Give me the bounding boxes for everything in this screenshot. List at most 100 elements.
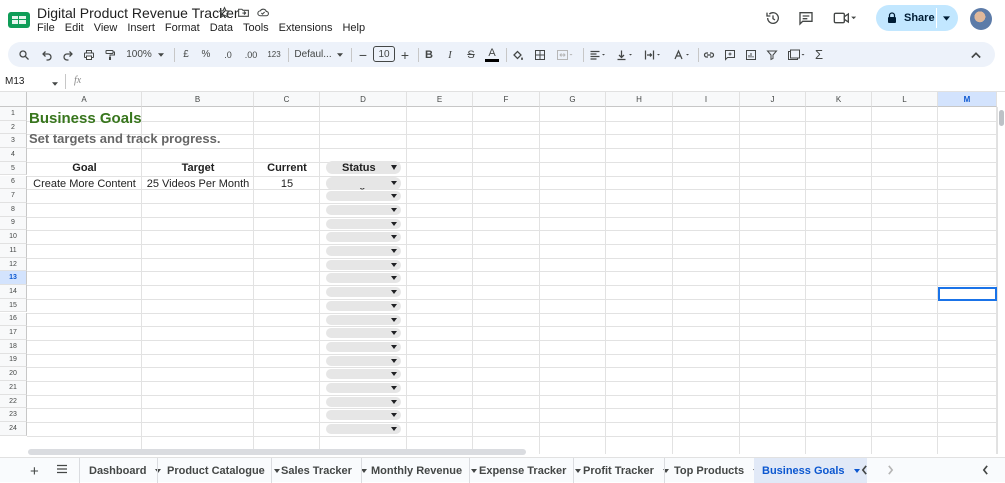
menu-view[interactable]: View	[94, 22, 118, 34]
chip-dropdown-icon[interactable]	[391, 372, 397, 377]
redo-icon[interactable]	[60, 42, 76, 67]
version-history-icon[interactable]	[765, 10, 781, 26]
status-dropdown-chip[interactable]	[326, 204, 401, 215]
increase-decimal-button[interactable]: .00	[240, 42, 262, 67]
header-current[interactable]: Current	[254, 159, 320, 176]
font-size-input[interactable]: 10	[373, 46, 395, 62]
increase-font-size-button[interactable]: +	[398, 42, 412, 67]
status-dropdown-chip[interactable]	[326, 314, 401, 325]
fill-color-icon[interactable]	[510, 42, 526, 67]
row-header-19[interactable]: 19	[0, 353, 27, 368]
column-header-j[interactable]: J	[740, 92, 806, 107]
row-header-6[interactable]: 6	[0, 175, 27, 190]
text-wrap-icon[interactable]	[641, 42, 665, 67]
column-header-k[interactable]: K	[806, 92, 872, 107]
font-dropdown-icon[interactable]	[336, 42, 344, 67]
cloud-status-icon[interactable]	[256, 6, 270, 19]
currency-format-button[interactable]: £	[179, 42, 193, 67]
select-all-corner[interactable]	[0, 92, 27, 107]
vertical-align-icon[interactable]	[613, 42, 637, 67]
collapse-toolbar-icon[interactable]	[968, 42, 984, 67]
share-dropdown-icon[interactable]	[943, 16, 950, 21]
name-box[interactable]: M13	[5, 76, 24, 87]
menu-tools[interactable]: Tools	[243, 22, 269, 34]
column-header-m[interactable]: M	[938, 92, 997, 107]
account-avatar[interactable]	[970, 8, 992, 30]
side-panel-toggle-icon[interactable]	[982, 465, 989, 475]
chip-dropdown-icon[interactable]	[391, 358, 397, 363]
row-header-1[interactable]: 1	[0, 107, 27, 121]
insert-link-icon[interactable]	[701, 42, 717, 67]
chip-dropdown-icon[interactable]	[391, 386, 397, 390]
row-header-15[interactable]: 15	[0, 298, 27, 313]
status-dropdown-chip[interactable]	[326, 191, 401, 202]
row-header-11[interactable]: 11	[0, 244, 27, 258]
menu-insert[interactable]: Insert	[127, 22, 155, 34]
row-header-10[interactable]: 10	[0, 230, 27, 244]
more-formats-button[interactable]: 123	[263, 42, 285, 67]
insert-chart-icon[interactable]	[743, 42, 759, 67]
row-header-14[interactable]: 14	[0, 285, 27, 299]
decrease-font-size-button[interactable]: −	[356, 42, 370, 67]
column-header-b[interactable]: B	[142, 92, 254, 107]
status-dropdown-chip[interactable]	[326, 246, 401, 256]
filter-views-icon[interactable]	[784, 42, 810, 67]
status-dropdown-chip[interactable]	[326, 232, 401, 243]
horizontal-scroll-thumb[interactable]	[28, 449, 526, 455]
merge-cells-icon[interactable]	[554, 42, 576, 67]
selected-cell-m13[interactable]	[938, 287, 997, 301]
chip-dropdown-icon[interactable]	[391, 276, 397, 281]
column-header-a[interactable]: A	[27, 92, 142, 107]
status-dropdown-chip[interactable]	[326, 300, 401, 311]
chip-dropdown-icon[interactable]	[391, 180, 397, 185]
row-header-7[interactable]: 7	[0, 189, 27, 203]
status-dropdown-chip[interactable]	[326, 410, 401, 421]
italic-button[interactable]: I	[443, 42, 457, 67]
header-target[interactable]: Target	[142, 159, 254, 176]
decrease-decimal-button[interactable]: .0	[219, 42, 237, 67]
row-header-17[interactable]: 17	[0, 326, 27, 340]
undo-icon[interactable]	[39, 42, 55, 67]
row-header-22[interactable]: 22	[0, 394, 27, 409]
share-button[interactable]: Share	[876, 5, 958, 31]
move-folder-icon[interactable]	[237, 6, 250, 19]
sheets-logo-icon[interactable]	[8, 10, 30, 30]
column-header-f[interactable]: F	[473, 92, 540, 107]
comments-icon[interactable]	[798, 10, 814, 26]
search-menus-icon[interactable]	[16, 42, 32, 67]
sheet-heading[interactable]: Business Goals	[29, 108, 142, 128]
insert-comment-icon[interactable]	[722, 42, 738, 67]
status-dropdown-chip[interactable]	[326, 396, 401, 407]
row-header-13[interactable]: 13	[0, 271, 27, 286]
status-dropdown-chip[interactable]	[326, 218, 401, 229]
column-header-c[interactable]: C	[254, 92, 320, 107]
status-dropdown-chip[interactable]	[326, 328, 401, 339]
row-header-20[interactable]: 20	[0, 367, 27, 381]
paint-format-icon[interactable]	[102, 42, 118, 67]
chip-dropdown-icon[interactable]	[391, 194, 397, 199]
column-header-l[interactable]: L	[872, 92, 938, 107]
status-dropdown-chip[interactable]	[326, 287, 401, 298]
scroll-tabs-right-icon[interactable]	[887, 465, 894, 475]
percent-format-button[interactable]: %	[199, 42, 213, 67]
column-header-g[interactable]: G	[540, 92, 606, 107]
column-header-e[interactable]: E	[407, 92, 473, 107]
tab-business-goals[interactable]: Business Goals	[754, 458, 867, 483]
chip-dropdown-icon[interactable]	[391, 262, 397, 267]
row-header-21[interactable]: 21	[0, 381, 27, 395]
row-header-5[interactable]: 5	[0, 161, 27, 176]
status-dropdown-chip[interactable]	[326, 369, 401, 380]
menu-format[interactable]: Format	[165, 22, 200, 34]
menu-edit[interactable]: Edit	[65, 22, 84, 34]
column-header-h[interactable]: H	[606, 92, 673, 107]
chip-dropdown-icon[interactable]	[391, 317, 397, 322]
zoom-dropdown-icon[interactable]	[157, 42, 165, 67]
bold-button[interactable]: B	[422, 42, 436, 67]
zoom-select[interactable]: 100%	[124, 42, 154, 67]
tab-product-catalogue[interactable]: Product Catalogue	[157, 458, 289, 483]
tab-menu-icon[interactable]	[853, 468, 860, 473]
chip-dropdown-icon[interactable]	[391, 207, 397, 212]
chip-dropdown-icon[interactable]	[391, 290, 397, 295]
star-icon[interactable]	[218, 6, 231, 19]
filter-icon[interactable]	[764, 42, 780, 67]
